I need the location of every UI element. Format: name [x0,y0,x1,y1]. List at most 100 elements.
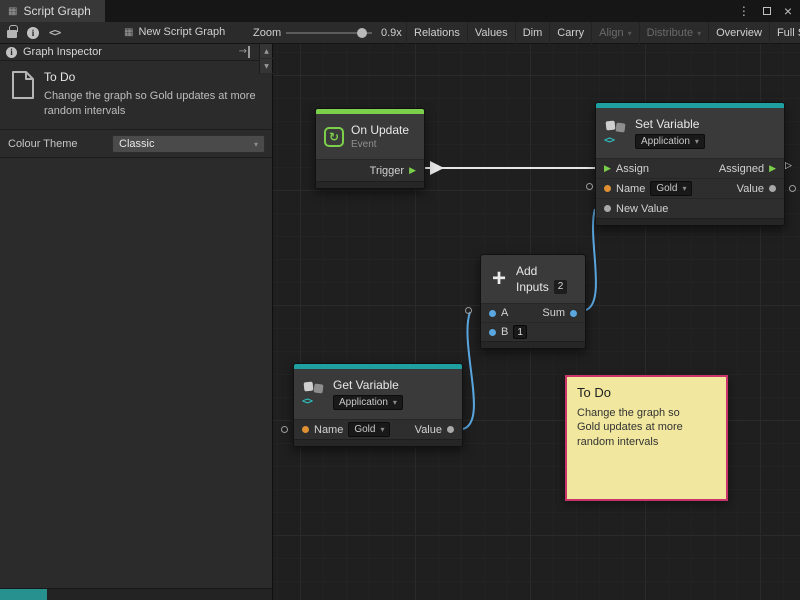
chevron-down-icon: ▾ [682,184,686,193]
value-port-icon[interactable] [769,185,776,192]
setvariable-value-port-circle[interactable] [789,185,796,192]
getvariable-name-port-circle[interactable] [281,426,288,433]
code-icon[interactable]: <> [49,26,60,39]
colour-theme-dropdown[interactable]: Classic ▾ [112,135,265,153]
window-controls: ⋮ × [738,0,792,22]
name-port-label: Name [314,424,343,436]
sticky-note[interactable]: To Do Change the graph so Gold updates a… [565,375,728,501]
node-add[interactable]: + Add Inputs 2 A Sum [480,254,586,349]
zoom-value: 0.9x [381,27,402,39]
node-on-update[interactable]: ↻ On Update Event Trigger ▶ [315,108,425,189]
colour-theme-label: Colour Theme [8,138,78,150]
tab-script-graph[interactable]: ▦ Script Graph [0,0,105,22]
node-get-variable[interactable]: <> Get Variable Application ▾ Name Gold [293,363,463,447]
inspector-title: Graph Inspector [23,46,102,58]
node-title: On Update [351,123,409,137]
on-update-icon: ↻ [324,127,344,147]
zoom-label: Zoom [253,27,281,39]
scrollbar-thumb[interactable] [0,589,47,600]
tab-label: Script Graph [23,4,90,18]
chevron-down-icon: ▾ [254,140,258,149]
flow-out-icon[interactable]: ▶ [769,164,776,174]
script-graph-icon: ▦ [8,6,17,17]
string-port-icon[interactable] [302,426,309,433]
node-title: Get Variable [333,378,403,392]
overview-button[interactable]: Overview [708,22,769,44]
string-port-icon[interactable] [604,185,611,192]
chevron-down-icon: ▾ [695,137,699,146]
relations-button[interactable]: Relations [406,22,467,44]
scroll-up-button[interactable]: ▲ [260,44,273,59]
dock-icon[interactable]: → [239,46,250,58]
flow-out-icon[interactable]: ▶ [409,166,416,176]
chevron-down-icon: ▾ [697,29,701,38]
a-port-icon[interactable] [489,310,496,317]
b-value-field[interactable]: 1 [513,325,527,339]
sticky-note-title: To Do [577,385,716,400]
variable-scope-dropdown[interactable]: Application ▾ [333,395,403,410]
colour-theme-value: Classic [119,138,154,150]
wire-arrowhead-icon [430,161,444,175]
graph-inspector-panel: i Graph Inspector → ▲ ▼ To Do Change the… [0,44,273,588]
add-a-port-circle[interactable] [465,307,472,314]
new-script-graph-button[interactable]: ▦ New Script Graph [124,26,225,38]
new-value-port-icon[interactable] [604,205,611,212]
note-icon [10,70,36,100]
node-title: Set Variable [635,117,705,131]
flow-in-icon[interactable]: ▶ [604,164,611,174]
assigned-out-port-icon[interactable]: ▷ [785,161,792,171]
variable-icon: <> [604,120,628,146]
a-port-label: A [501,307,508,319]
b-port-label: B [501,326,508,338]
todo-title: To Do [44,70,75,84]
dim-button[interactable]: Dim [515,22,550,44]
sticky-note-body: Change the graph so Gold updates at more… [577,406,716,449]
variable-name-dropdown[interactable]: Gold ▾ [348,422,390,437]
graph-toolbar: i <> ▦ New Script Graph Zoom 0.9x Relati… [0,22,800,44]
inspector-header: i Graph Inspector → [0,44,272,61]
variable-scope-dropdown[interactable]: Application ▾ [635,134,705,149]
value-port-label: Value [737,183,764,195]
name-port-label: Name [616,183,645,195]
node-title: Add [516,264,567,278]
values-button[interactable]: Values [467,22,515,44]
node-subtitle: Inputs [516,280,549,294]
toolbar-buttons: Relations Values Dim Carry Align▾ Distri… [406,22,800,44]
window-tab-bar: ▦ Script Graph ⋮ × [0,0,800,22]
distribute-button: Distribute▾ [639,22,708,44]
zoom-slider-handle[interactable] [357,28,367,38]
window-menu-icon[interactable]: ⋮ [738,4,750,18]
inputs-count-field[interactable]: 2 [554,280,568,294]
info-icon: i [6,47,17,58]
trigger-port-label: Trigger [370,165,404,177]
chevron-down-icon: ▾ [380,425,384,434]
info-icon[interactable]: i [27,27,39,39]
b-port-icon[interactable] [489,329,496,336]
value-port-icon[interactable] [447,426,454,433]
variable-name-dropdown[interactable]: Gold ▾ [650,181,692,196]
graph-canvas[interactable]: ↻ On Update Event Trigger ▶ <> [273,44,800,600]
carry-button[interactable]: Carry [549,22,591,44]
assigned-port-label: Assigned [719,163,764,175]
close-icon[interactable]: × [784,4,792,18]
wire-getvalue-to-a[interactable] [463,312,474,429]
fullscreen-button[interactable]: Full Screen [769,22,800,44]
node-set-variable[interactable]: <> Set Variable Application ▾ ▶ Assign A… [595,102,785,226]
maximize-icon[interactable] [763,7,771,15]
add-icon: + [489,269,509,289]
todo-body: Change the graph so Gold updates at more… [44,89,258,119]
script-graph-asset-icon: ▦ [124,27,133,38]
new-value-port-label: New Value [616,203,668,215]
colour-theme-row: Colour Theme Classic ▾ [0,130,272,158]
value-port-label: Value [415,424,442,436]
node-subtitle: Event [351,139,409,150]
setvariable-left-port-circle[interactable] [586,183,593,190]
assign-port-label: Assign [616,163,649,175]
chevron-down-icon: ▾ [628,29,632,38]
lock-icon[interactable] [7,30,17,38]
sum-port-label: Sum [542,307,565,319]
align-button: Align▾ [591,22,638,44]
unity-visual-scripting-window: ▦ Script Graph ⋮ × i <> ▦ New Script Gra… [0,0,800,600]
inspector-todo-section: To Do Change the graph so Gold updates a… [0,62,272,130]
sum-port-icon[interactable] [570,310,577,317]
